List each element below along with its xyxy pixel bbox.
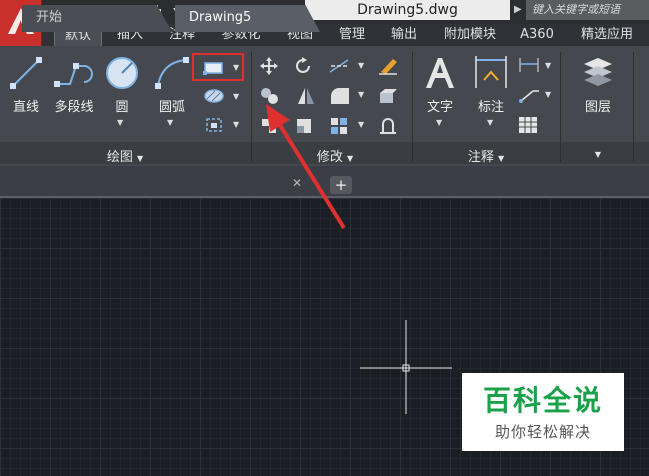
- table-tool-button[interactable]: [518, 116, 538, 138]
- dimension-tool-label: 标注: [477, 100, 504, 115]
- linear-dimension-button[interactable]: [518, 56, 540, 78]
- offset-tool-button[interactable]: [377, 116, 399, 140]
- arc-icon: [155, 57, 189, 89]
- move-tool-button[interactable]: [259, 56, 279, 80]
- array-dropdown-icon[interactable]: ▼: [358, 120, 364, 129]
- rotate-tool-button[interactable]: [293, 56, 313, 80]
- search-input[interactable]: 键入关键字或短语: [526, 0, 649, 20]
- rectangle-tool-button[interactable]: [203, 60, 225, 80]
- tab-a360[interactable]: A360: [514, 24, 560, 46]
- arc-dropdown-icon[interactable]: ▼: [167, 118, 173, 127]
- text-icon: [426, 58, 454, 88]
- erase-tool-button[interactable]: [377, 56, 399, 80]
- text-tool-label: 文字: [426, 100, 453, 115]
- layer-properties-button[interactable]: 图层: [575, 54, 621, 115]
- linear-dimension-icon: [519, 58, 539, 72]
- polyline-tool-label: 多段线: [54, 100, 94, 115]
- arc-tool-button[interactable]: 圆弧: [150, 54, 194, 115]
- line-tool-label: 直线: [12, 100, 39, 115]
- polyline-tool-button[interactable]: 多段线: [50, 54, 98, 115]
- explode-icon: [380, 89, 397, 103]
- title-arrow-icon[interactable]: ▶: [514, 4, 522, 15]
- leader-tool-button[interactable]: [518, 86, 540, 108]
- hatch-icon: [204, 89, 224, 103]
- file-tab-drawing5[interactable]: Drawing5: [175, 5, 320, 32]
- linear-dimension-dropdown-icon[interactable]: ▼: [545, 61, 551, 70]
- circle-icon: [106, 57, 138, 89]
- text-dropdown-icon[interactable]: ▼: [436, 118, 442, 127]
- panel-separator: [560, 52, 561, 162]
- watermark-title: 百科全说: [482, 384, 603, 417]
- dimension-tool-button[interactable]: 标注: [470, 54, 512, 115]
- panel-separator: [251, 52, 252, 162]
- hatch-dropdown-icon[interactable]: ▼: [233, 92, 239, 101]
- text-tool-button[interactable]: 文字: [420, 54, 460, 115]
- tab-featured-apps[interactable]: 精选应用: [570, 24, 644, 46]
- boundary-dropdown-icon[interactable]: ▼: [233, 120, 239, 129]
- annotation-panel-chevron-icon: ▼: [498, 154, 505, 163]
- table-icon: [519, 117, 537, 133]
- watermark: 百科全说 助你轻松解决: [462, 373, 624, 451]
- rectangle-icon: [203, 62, 223, 75]
- panel-separator: [412, 52, 413, 162]
- annotation-panel-title[interactable]: 注释 ▼: [460, 146, 512, 165]
- annotation-arrow-icon: [266, 104, 346, 230]
- rotate-icon: [296, 57, 310, 73]
- draw-panel-title[interactable]: 绘图 ▼: [100, 146, 150, 165]
- layers-icon: [584, 58, 612, 86]
- draw-panel-chevron-icon: ▼: [137, 154, 144, 163]
- erase-icon: [379, 59, 397, 75]
- watermark-subtitle: 助你轻松解决: [494, 423, 591, 441]
- arc-tool-label: 圆弧: [158, 100, 185, 115]
- trim-icon: [329, 59, 349, 73]
- trim-tool-button[interactable]: [328, 58, 350, 78]
- dimension-icon: [475, 56, 507, 88]
- tab-manage[interactable]: 管理: [330, 24, 374, 46]
- explode-tool-button[interactable]: [377, 86, 399, 110]
- panel-separator: [633, 52, 634, 162]
- circle-tool-label: 圆: [115, 100, 129, 115]
- line-icon: [10, 57, 42, 89]
- move-icon: [260, 57, 278, 75]
- circle-tool-button[interactable]: 圆: [102, 54, 142, 115]
- dimension-dropdown-icon[interactable]: ▼: [487, 118, 493, 127]
- trim-dropdown-icon[interactable]: ▼: [358, 61, 364, 70]
- boundary-tool-button[interactable]: [204, 116, 224, 138]
- line-tool-button[interactable]: 直线: [6, 54, 46, 115]
- crosshair-cursor-icon: [360, 320, 452, 414]
- leader-icon: [519, 90, 539, 103]
- layers-panel-chevron-icon[interactable]: ▼: [590, 146, 606, 161]
- hatch-tool-button[interactable]: [203, 88, 225, 108]
- polyline-icon: [54, 63, 93, 87]
- boundary-icon: [206, 118, 222, 132]
- tab-output[interactable]: 输出: [382, 24, 426, 46]
- offset-icon: [380, 118, 396, 134]
- fillet-dropdown-icon[interactable]: ▼: [358, 90, 364, 99]
- file-tab-start[interactable]: 开始: [22, 5, 172, 32]
- tab-addins[interactable]: 附加模块: [434, 24, 506, 46]
- layers-tool-label: 图层: [584, 100, 611, 115]
- rectangle-dropdown-icon[interactable]: ▼: [233, 63, 239, 72]
- document-title: Drawing5.dwg: [305, 0, 510, 20]
- circle-dropdown-icon[interactable]: ▼: [117, 118, 123, 127]
- leader-dropdown-icon[interactable]: ▼: [545, 90, 551, 99]
